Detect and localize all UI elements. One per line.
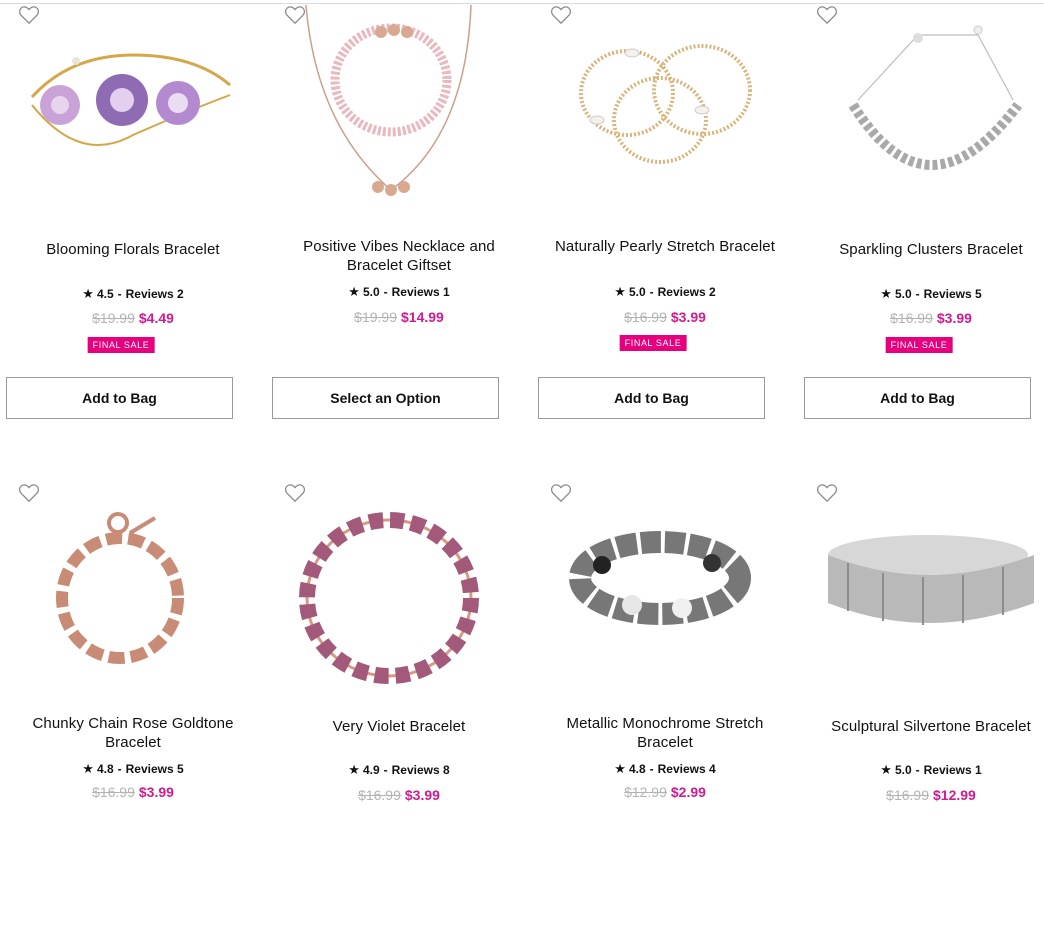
product-card: Naturally Pearly Stretch Bracelet ★ 5.0- R… <box>532 0 798 470</box>
product-price: $19.99 $14.99 <box>266 309 532 325</box>
product-card: Sparkling Clusters Bracelet ★ 5.0- Reviews… <box>798 0 1044 470</box>
product-price: $12.99 $2.99 <box>532 784 798 800</box>
original-price: $16.99 <box>624 309 667 325</box>
product-price: $19.99 $4.49 <box>0 310 266 326</box>
product-card: Sculptural Silvertone Bracelet ★ 5.0- Revi… <box>798 478 1044 948</box>
product-image[interactable] <box>30 15 236 215</box>
sale-price: $3.99 <box>138 784 174 800</box>
add-to-bag-button[interactable]: Add to Bag <box>804 377 1031 419</box>
original-price: $16.99 <box>358 787 401 803</box>
final-sale-badge: FINAL SALE <box>619 335 687 351</box>
product-name[interactable]: Chunky Chain Rose Goldtone Bracelet <box>8 714 258 752</box>
star-icon: ★ <box>348 284 360 299</box>
original-price: $16.99 <box>886 787 929 803</box>
original-price: $12.99 <box>624 784 667 800</box>
product-name[interactable]: Sparkling Clusters Bracelet <box>806 240 1044 259</box>
star-icon: ★ <box>82 761 94 776</box>
product-image[interactable] <box>562 15 768 215</box>
select-an-option-button[interactable]: Select an Option <box>272 377 499 419</box>
product-card: Very Violet Bracelet ★ 4.9- Reviews 8 $16.… <box>266 478 532 948</box>
product-rating: ★ 5.0- Reviews 1 <box>348 284 450 299</box>
sale-price: $3.99 <box>670 309 706 325</box>
star-icon: ★ <box>614 761 626 776</box>
original-price: $16.99 <box>890 310 933 326</box>
product-price: $16.99 $3.99 <box>532 309 798 325</box>
product-rating: ★ 4.8- Reviews 4 <box>614 761 716 776</box>
sale-price: $2.99 <box>670 784 706 800</box>
product-name[interactable]: Blooming Florals Bracelet <box>8 240 258 259</box>
add-to-bag-button[interactable]: Add to Bag <box>538 377 765 419</box>
product-card: Blooming Florals Bracelet ★ 4.5- Reviews 2… <box>0 0 266 470</box>
product-image[interactable] <box>296 5 502 205</box>
product-grid: Blooming Florals Bracelet ★ 4.5- Reviews 2… <box>0 0 1044 808</box>
original-price: $16.99 <box>92 784 135 800</box>
final-sale-badge: FINAL SALE <box>885 337 953 353</box>
product-rating: ★ 5.0- Reviews 1 <box>880 762 982 777</box>
product-rating: ★ 4.5- Reviews 2 <box>82 286 184 301</box>
product-image[interactable] <box>828 10 1034 210</box>
product-card: Chunky Chain Rose Goldtone Bracelet ★ 4.8… <box>0 478 266 948</box>
star-icon: ★ <box>82 286 94 301</box>
final-sale-badge: FINAL SALE <box>87 337 155 353</box>
star-icon: ★ <box>348 762 360 777</box>
product-image[interactable] <box>296 493 502 693</box>
product-price: $16.99 $12.99 <box>798 787 1044 803</box>
product-rating: ★ 5.0- Reviews 5 <box>880 286 982 301</box>
product-name[interactable]: Metallic Monochrome Stretch Bracelet <box>540 714 790 752</box>
product-image[interactable] <box>828 493 1034 693</box>
product-rating: ★ 5.0- Reviews 2 <box>614 284 716 299</box>
product-price: $16.99 $3.99 <box>0 784 266 800</box>
sale-price: $3.99 <box>404 787 440 803</box>
product-card: Positive Vibes Necklace and Bracelet Gif… <box>266 0 532 470</box>
sale-price: $12.99 <box>933 787 976 803</box>
product-name[interactable]: Naturally Pearly Stretch Bracelet <box>540 237 790 256</box>
product-image[interactable] <box>562 493 768 693</box>
product-name[interactable]: Sculptural Silvertone Bracelet <box>806 717 1044 736</box>
original-price: $19.99 <box>92 310 135 326</box>
star-icon: ★ <box>880 286 892 301</box>
star-icon: ★ <box>614 284 626 299</box>
product-price: $16.99 $3.99 <box>798 310 1044 326</box>
product-name[interactable]: Positive Vibes Necklace and Bracelet Gif… <box>274 237 524 275</box>
product-image[interactable] <box>30 493 236 693</box>
product-name[interactable]: Very Violet Bracelet <box>274 717 524 736</box>
product-price: $16.99 $3.99 <box>266 787 532 803</box>
star-icon: ★ <box>880 762 892 777</box>
product-rating: ★ 4.8- Reviews 5 <box>82 761 184 776</box>
sale-price: $14.99 <box>401 309 444 325</box>
product-card: Metallic Monochrome Stretch Bracelet ★ 4.… <box>532 478 798 948</box>
product-rating: ★ 4.9- Reviews 8 <box>348 762 450 777</box>
sale-price: $3.99 <box>936 310 972 326</box>
sale-price: $4.49 <box>138 310 174 326</box>
add-to-bag-button[interactable]: Add to Bag <box>6 377 233 419</box>
original-price: $19.99 <box>354 309 397 325</box>
